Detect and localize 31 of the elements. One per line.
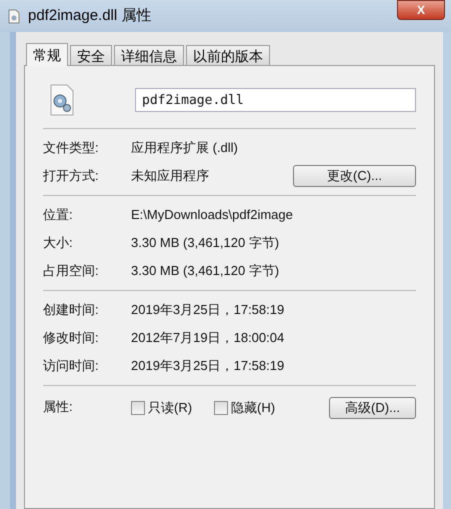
change-button[interactable]: 更改(C)... [293,165,416,187]
tab[interactable]: 详细信息 [114,45,184,65]
tab[interactable]: 以前的版本 [186,45,270,65]
field-value: 2012年7月19日，18:00:04 [131,329,284,348]
file-icon [8,8,20,24]
gear-file-icon [49,84,75,116]
field-label: 大小: [43,234,74,252]
field-label: 属性: [43,398,74,416]
tab[interactable]: 常规 [26,43,68,66]
field-label: 位置: [43,206,74,224]
field-value: 未知应用程序 [131,167,209,186]
field-label: 占用空间: [43,262,100,280]
field-value: 3.30 MB (3,461,120 字节) [131,234,280,252]
tab[interactable]: 安全 [70,45,112,65]
field-value: E:\MyDownloads\pdf2image [131,206,293,224]
window-title: pdf2image.dll 属性 [28,6,152,26]
field-label: 创建时间: [43,301,100,320]
checkbox[interactable] [131,401,145,415]
field-label: 访问时间: [43,357,100,376]
field-value: 2019年3月25日，17:58:19 [131,357,284,376]
field-label: 修改时间: [43,329,100,348]
checkbox[interactable] [214,401,228,415]
advanced-button[interactable]: 高级(D)... [329,397,416,419]
file-name-field[interactable]: pdf2image.dll [135,88,416,112]
field-value: 3.30 MB (3,461,120 字节) [131,262,280,280]
field-value: 2019年3月25日，17:58:19 [131,301,284,320]
field-label: 文件类型: [43,139,100,158]
field-label: 打开方式: [43,167,100,186]
checkbox-label: 隐藏(H) [231,399,276,418]
checkbox-label: 只读(R) [148,399,192,418]
field-value: 应用程序扩展 (.dll) [131,139,238,158]
